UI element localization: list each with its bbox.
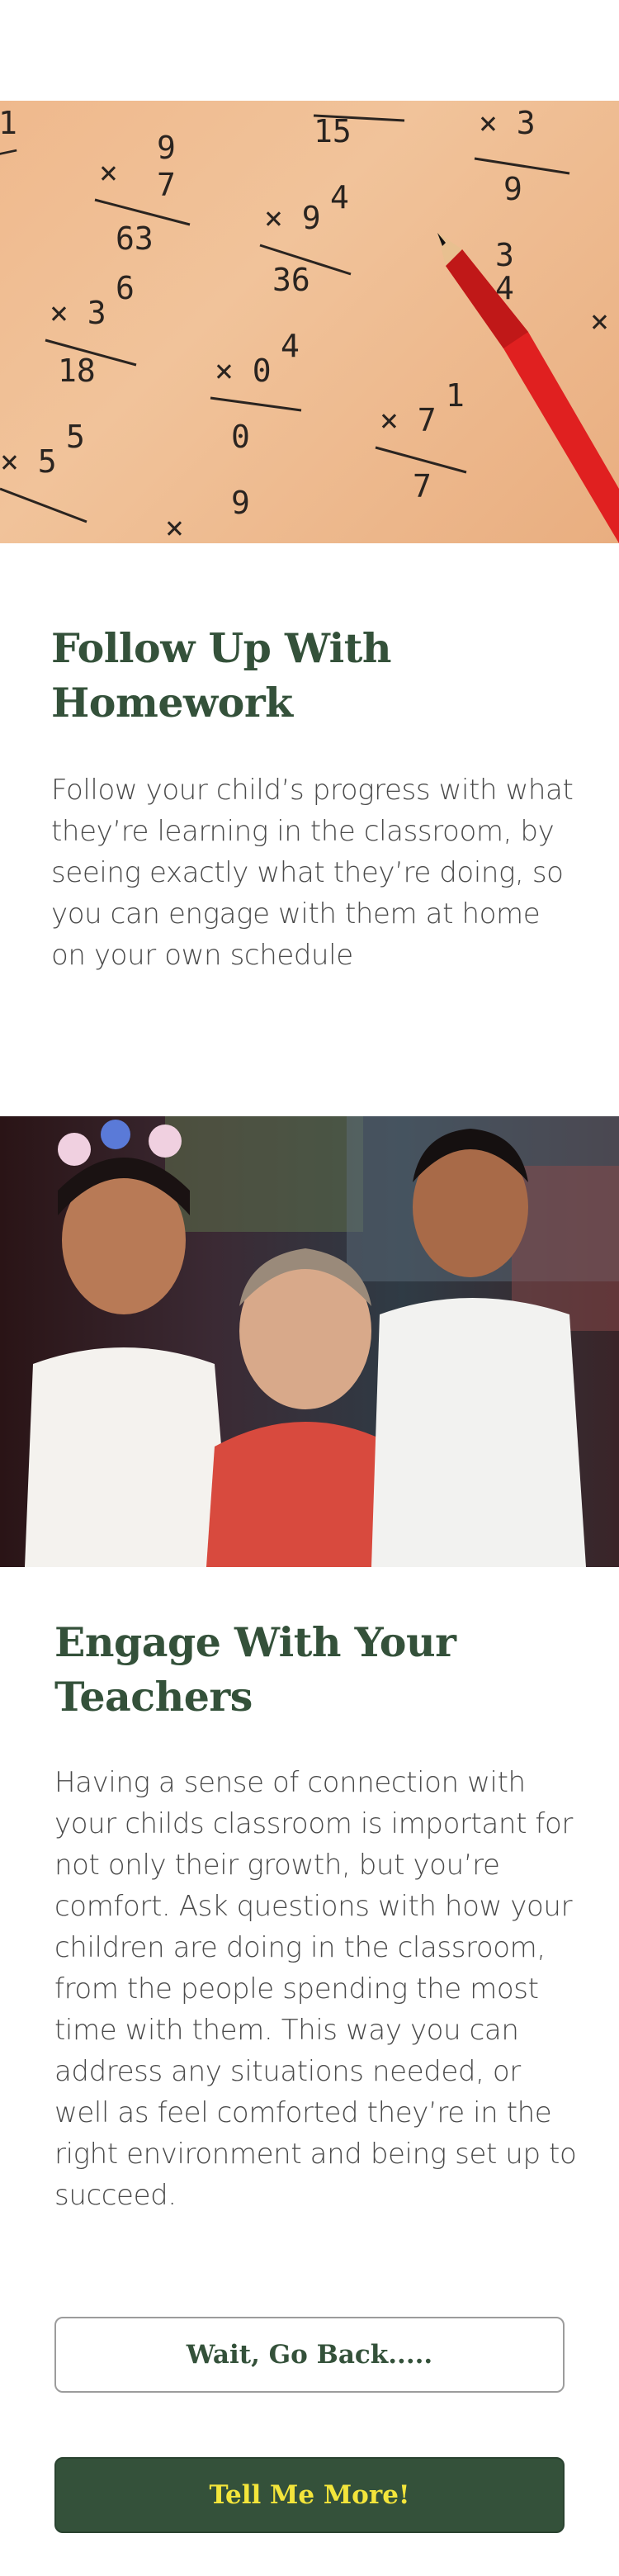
svg-text:4: 4: [281, 328, 300, 364]
svg-text:5: 5: [66, 419, 85, 455]
svg-text:7: 7: [157, 167, 176, 203]
svg-text:18: 18: [58, 353, 96, 389]
section-body-teachers: Having a sense of connection with your c…: [54, 1766, 577, 2212]
svg-text:× 9: × 9: [264, 200, 321, 236]
section-body-homework: Follow your child’s progress with what t…: [51, 774, 574, 972]
svg-text:0: 0: [231, 419, 250, 455]
svg-text:9: 9: [231, 485, 250, 521]
tell-me-more-button[interactable]: Tell Me More!: [54, 2457, 565, 2533]
svg-text:63: 63: [116, 220, 154, 257]
section-title-teachers: Engage With Your Teachers: [54, 1618, 456, 1721]
svg-text:×: ×: [165, 509, 184, 543]
svg-text:× 0: × 0: [215, 353, 272, 389]
homework-photo: 1 — × 9 7 63 15 × 3 9 × 94 36 × 36 18 × 0…: [0, 101, 619, 543]
svg-text:9: 9: [503, 171, 522, 207]
math-worksheet-illustration: 1 — ×9 7 63 15 × 3 9 × 94 36 × 36 18 × 0…: [0, 105, 619, 543]
svg-text:×: ×: [99, 154, 118, 191]
section-title-homework: Follow Up With Homework: [51, 624, 392, 727]
svg-text:7: 7: [413, 468, 432, 504]
svg-text:9: 9: [157, 130, 176, 166]
svg-text:× 3: × 3: [50, 295, 106, 331]
svg-text:3: 3: [495, 237, 514, 273]
teacher-children-illustration: [25, 1116, 619, 1567]
go-back-button[interactable]: Wait, Go Back.....: [54, 2317, 565, 2393]
svg-text:4: 4: [330, 179, 349, 215]
svg-text:× 3: × 3: [479, 105, 536, 141]
svg-text:×: ×: [590, 303, 609, 339]
svg-text:× 7: × 7: [380, 402, 437, 438]
svg-text:1: 1: [446, 377, 465, 414]
teachers-photo: [0, 1116, 619, 1567]
svg-text:6: 6: [116, 270, 135, 306]
svg-text:36: 36: [272, 262, 310, 298]
svg-text:× 5: × 5: [0, 443, 57, 480]
